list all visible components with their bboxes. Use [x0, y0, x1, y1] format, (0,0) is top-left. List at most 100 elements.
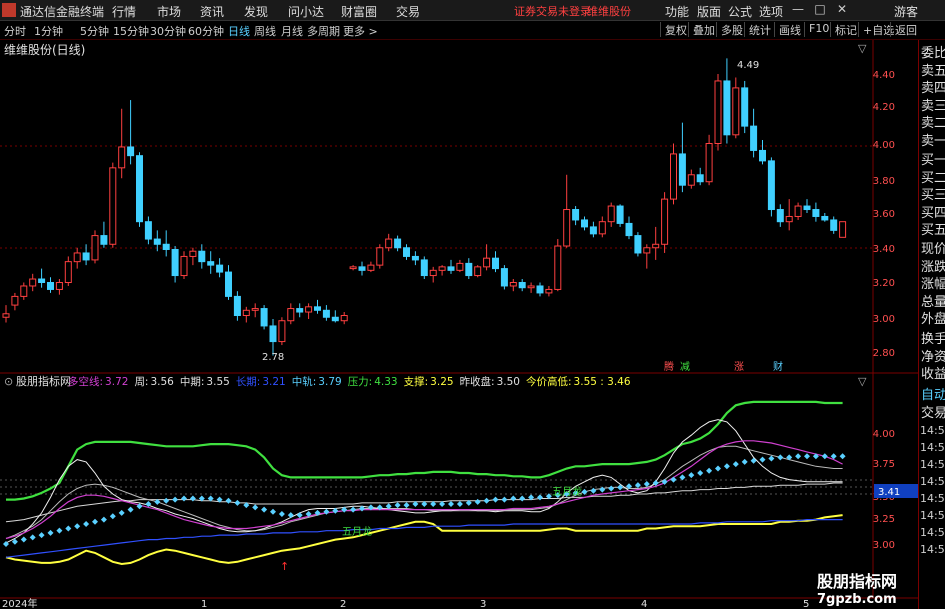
candle-body[interactable]: [11, 295, 19, 306]
candle-body[interactable]: [634, 235, 642, 254]
side-row[interactable]: 收益: [921, 363, 945, 382]
candle-body[interactable]: [109, 167, 117, 245]
period-more[interactable]: 更多 >: [343, 23, 378, 39]
candle-body[interactable]: [581, 219, 588, 228]
candle-body[interactable]: [376, 247, 384, 266]
candle-body[interactable]: [563, 209, 571, 247]
candle-body[interactable]: [589, 226, 597, 235]
tool-statistics[interactable]: 统计: [744, 22, 771, 37]
menu-function[interactable]: 功能: [665, 3, 689, 20]
period-tick[interactable]: 分时: [4, 23, 26, 39]
candle-body[interactable]: [287, 308, 295, 322]
candle-body[interactable]: [394, 238, 402, 249]
candle-body[interactable]: [652, 243, 660, 249]
candle-body[interactable]: [367, 264, 375, 271]
candle-body[interactable]: [616, 205, 624, 224]
candle-body[interactable]: [216, 264, 224, 273]
indicator-collapse-icon[interactable]: ⊙: [4, 375, 13, 388]
candle-body[interactable]: [242, 309, 250, 317]
candle-body[interactable]: [545, 288, 553, 294]
tab-trade[interactable]: 交易: [921, 402, 945, 421]
side-row[interactable]: 外盘: [921, 308, 945, 327]
candle-body[interactable]: [474, 266, 482, 277]
candle-body[interactable]: [821, 215, 829, 221]
candle-body[interactable]: [447, 266, 455, 271]
candle-body[interactable]: [180, 255, 188, 277]
period-30min[interactable]: 30分钟: [150, 23, 186, 39]
side-row[interactable]: 换手: [921, 328, 945, 347]
minimize-icon[interactable]: —: [788, 2, 808, 18]
candle-body[interactable]: [153, 238, 161, 245]
candle-body[interactable]: [260, 308, 268, 327]
candle-body[interactable]: [349, 266, 357, 270]
candle-body[interactable]: [839, 221, 847, 238]
candle-body[interactable]: [572, 209, 580, 221]
candle-body[interactable]: [340, 315, 348, 322]
candle-body[interactable]: [438, 266, 446, 271]
candle-body[interactable]: [118, 146, 126, 169]
candle-body[interactable]: [776, 209, 784, 223]
candle-body[interactable]: [171, 248, 179, 277]
candle-body[interactable]: [38, 278, 46, 283]
candle-body[interactable]: [269, 325, 277, 343]
candle-body[interactable]: [278, 320, 286, 343]
candle-body[interactable]: [687, 174, 695, 186]
period-weekly[interactable]: 周线: [254, 23, 276, 39]
candle-body[interactable]: [518, 282, 526, 289]
candle-body[interactable]: [251, 308, 259, 311]
candle-body[interactable]: [696, 174, 704, 183]
candle-body[interactable]: [136, 155, 143, 223]
event-marker[interactable]: 腾: [664, 360, 674, 373]
maximize-icon[interactable]: □: [810, 2, 830, 18]
candle-body[interactable]: [465, 262, 473, 277]
candle-body[interactable]: [750, 125, 758, 151]
candle-body[interactable]: [331, 316, 339, 322]
candle-body[interactable]: [100, 235, 108, 245]
candle-body[interactable]: [358, 266, 366, 271]
candle-body[interactable]: [536, 285, 544, 294]
candle-body[interactable]: [625, 222, 633, 237]
candle-body[interactable]: [144, 221, 152, 240]
candle-body[interactable]: [314, 306, 321, 311]
side-row[interactable]: 买三: [921, 184, 945, 203]
candle-body[interactable]: [429, 269, 437, 277]
candle-body[interactable]: [598, 221, 606, 235]
tool-mark[interactable]: 标记: [830, 22, 857, 37]
candle-body[interactable]: [198, 250, 206, 263]
tool-back[interactable]: 返回: [890, 22, 917, 37]
side-row[interactable]: 委比: [921, 42, 945, 61]
side-row[interactable]: 卖一: [921, 130, 945, 149]
candle-body[interactable]: [73, 252, 81, 263]
candle-body[interactable]: [785, 215, 793, 223]
event-marker[interactable]: 涨: [734, 361, 744, 373]
tool-multi-stock[interactable]: 多股: [716, 22, 743, 37]
side-row[interactable]: 涨幅: [921, 273, 945, 292]
candle-body[interactable]: [55, 282, 63, 290]
menu-wealth[interactable]: 财富圈: [341, 3, 377, 20]
tool-restore-rights[interactable]: 复权: [660, 22, 687, 37]
candle-body[interactable]: [678, 153, 686, 186]
tool-overlay[interactable]: 叠加: [688, 22, 715, 37]
candle-body[interactable]: [483, 257, 491, 268]
candle-body[interactable]: [643, 247, 651, 254]
candle-body[interactable]: [456, 262, 464, 271]
menu-discover[interactable]: 发现: [244, 3, 268, 20]
candle-body[interactable]: [509, 282, 517, 287]
main-chart-collapse-icon[interactable]: ▽: [858, 42, 867, 55]
side-row[interactable]: 现价: [921, 238, 945, 257]
menu-ask[interactable]: 问小达: [288, 3, 324, 20]
candle-body[interactable]: [411, 255, 419, 261]
side-row[interactable]: 买五: [921, 219, 945, 238]
candle-body[interactable]: [492, 257, 499, 270]
candle-body[interactable]: [403, 247, 410, 257]
candle-body[interactable]: [385, 238, 393, 249]
tool-draw-line[interactable]: 画线: [774, 22, 801, 37]
candle-body[interactable]: [29, 278, 37, 287]
menu-quotes[interactable]: 行情: [112, 3, 136, 20]
side-row[interactable]: 买一: [921, 149, 945, 168]
event-marker[interactable]: 减: [680, 361, 690, 373]
candle-body[interactable]: [705, 143, 713, 183]
menu-formula[interactable]: 公式: [728, 3, 752, 20]
candle-body[interactable]: [803, 205, 811, 211]
indicator-close-icon[interactable]: ▽: [858, 375, 867, 388]
